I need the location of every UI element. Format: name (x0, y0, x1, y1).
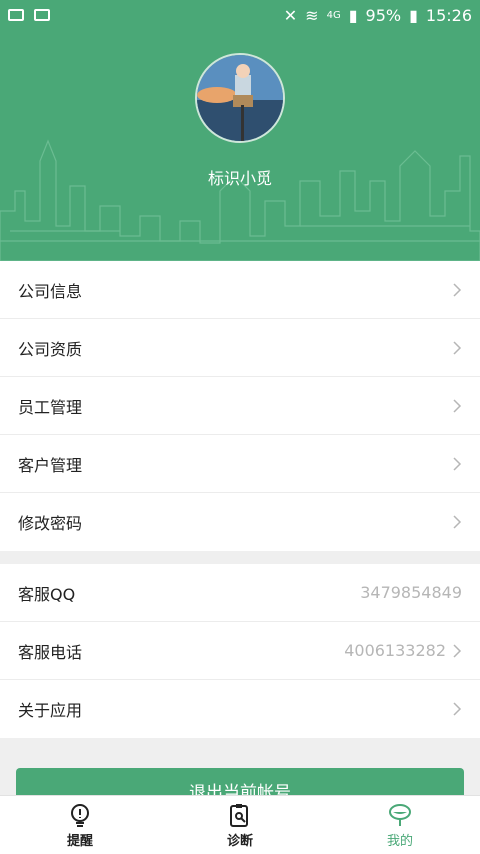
menu-item-support-phone[interactable]: 客服电话 4006133282 (0, 622, 480, 680)
tab-label: 诊断 (226, 833, 253, 849)
menu-item-company-info[interactable]: 公司信息 (0, 261, 480, 319)
chevron-right-icon (453, 643, 462, 658)
menu-item-label: 员工管理 (18, 397, 83, 417)
chevron-right-icon (453, 702, 462, 716)
skyline-illustration (0, 139, 480, 261)
menu-item-change-password[interactable]: 修改密码 (0, 493, 480, 551)
menu-item-company-qualification[interactable]: 公司资质 (0, 319, 480, 377)
chevron-right-icon (453, 515, 462, 529)
menu-item-about-app[interactable]: 关于应用 (0, 680, 480, 738)
menu-group-support: 客服QQ 3479854849 客服电话 4006133282 关于应用 (0, 564, 480, 738)
menu-item-label: 客户管理 (18, 455, 83, 475)
tab-label: 提醒 (66, 833, 93, 849)
menu-item-label: 修改密码 (18, 514, 83, 533)
menu-item-label: 关于应用 (18, 701, 83, 720)
clipboard-search-icon (230, 803, 248, 827)
user-icon (389, 803, 411, 826)
tab-mine[interactable]: 我的 (320, 796, 480, 854)
battery-icon: ▮ (409, 5, 418, 25)
menu-item-label: 客服电话 (18, 642, 83, 662)
image-icon (34, 9, 50, 21)
status-bar: ✕ ≋ 4G ▮ 95% ▮ 15:26 (0, 0, 480, 30)
avatar[interactable] (195, 53, 285, 143)
tab-diagnosis[interactable]: 诊断 (160, 796, 320, 854)
network-type: 4G (326, 9, 341, 21)
signal-icon: ▮ (348, 5, 358, 25)
tab-reminder[interactable]: 提醒 (0, 796, 160, 854)
battery-percent: 95% (365, 5, 402, 25)
chevron-right-icon (453, 398, 462, 413)
chevron-right-icon (453, 282, 462, 297)
menu-item-label: 公司信息 (18, 281, 83, 301)
wifi-icon: ≋ (305, 5, 319, 25)
message-icon (8, 9, 24, 21)
tab-label: 我的 (386, 833, 413, 849)
menu-item-label: 客服QQ (18, 584, 76, 604)
chevron-right-icon (453, 456, 462, 471)
mute-icon: ✕ (283, 5, 298, 25)
clock: 15:26 (425, 5, 472, 25)
username: 标识小觅 (207, 169, 272, 188)
profile-header: 标识小觅 (0, 30, 480, 261)
menu-item-staff-management[interactable]: 员工管理 (0, 377, 480, 435)
menu-item-support-qq[interactable]: 客服QQ 3479854849 (0, 564, 480, 622)
menu-item-customer-management[interactable]: 客户管理 (0, 435, 480, 493)
support-phone-value: 4006133282 (344, 641, 446, 660)
bottom-tab-bar: 提醒 诊断 我的 (0, 795, 480, 854)
menu-item-label: 公司资质 (18, 339, 83, 359)
bulb-icon (71, 803, 89, 827)
support-qq-value: 3479854849 (360, 583, 462, 602)
chevron-right-icon (453, 340, 462, 355)
menu-group-company: 公司信息 公司资质 员工管理 客户管理 修改密码 (0, 261, 480, 551)
